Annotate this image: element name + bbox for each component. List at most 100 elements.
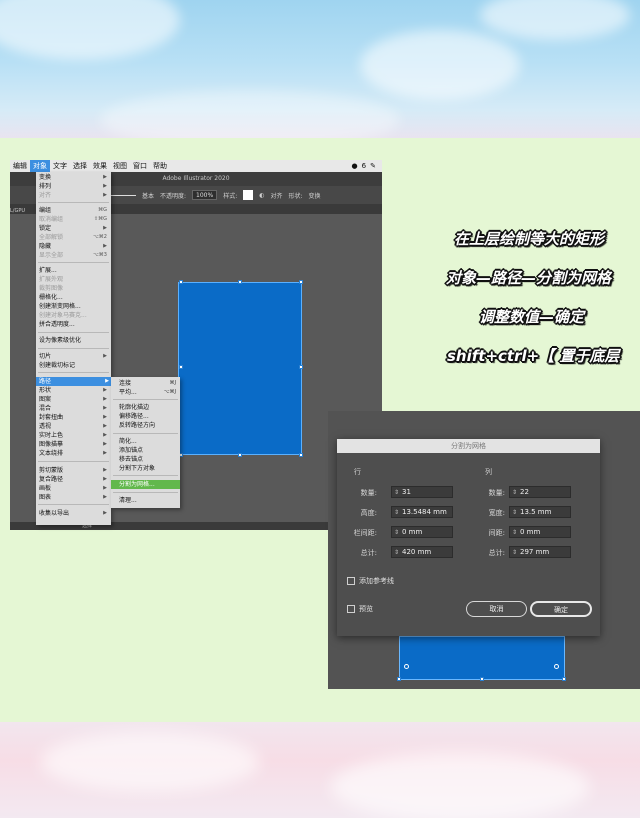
menu-select[interactable]: 选择: [70, 160, 90, 172]
preview-checkbox[interactable]: [347, 605, 355, 613]
rows-total-field[interactable]: ⇕ 420 mm: [391, 546, 453, 558]
submenu-item-add-anchor[interactable]: 添加锚点: [111, 446, 180, 455]
style-swatch[interactable]: [243, 190, 254, 200]
cols-gutter-label: 间距:: [488, 529, 505, 537]
anchor-point[interactable]: [397, 677, 401, 681]
anchor-point[interactable]: [238, 453, 242, 457]
stepper-icon[interactable]: ⇕: [394, 488, 400, 498]
menu-item-envelope-distort[interactable]: 封套扭曲 ▶: [39, 413, 109, 422]
menu-item-graph[interactable]: 图表 ▶: [39, 493, 109, 502]
menu-item-compound-path[interactable]: 复合路径 ▶: [39, 475, 109, 484]
submenu-item-average[interactable]: 平均... ⌥⌘J: [111, 388, 180, 397]
submenu-item-split-into-grid[interactable]: 分割为网格...: [111, 480, 180, 489]
anchor-point[interactable]: [179, 365, 183, 369]
anchor-point[interactable]: [299, 365, 303, 369]
menu-item-text-wrap[interactable]: 文本绕排 ▶: [39, 449, 109, 458]
rows-gutter-field[interactable]: ⇕ 0 mm: [391, 526, 453, 538]
menu-item-path[interactable]: 路径 ▶: [36, 377, 111, 386]
menu-item-transform[interactable]: 变换 ▶: [39, 173, 109, 182]
menu-type[interactable]: 文字: [50, 160, 70, 172]
menu-separator: [38, 348, 109, 349]
selected-rectangle[interactable]: [178, 282, 302, 455]
anchor-point[interactable]: [299, 280, 303, 284]
cols-width-field[interactable]: ⇕ 13.5 mm: [509, 506, 571, 518]
menu-item-show-all[interactable]: 显示全部 ⌥⌘3: [39, 251, 109, 260]
stepper-icon[interactable]: ⇕: [512, 508, 518, 518]
submenu-item-divide-objects-below[interactable]: 分割下方对象: [111, 464, 180, 473]
menu-item-unlock-all[interactable]: 全部解锁 ⌥⌘2: [39, 233, 109, 242]
columns-header: 列: [485, 468, 492, 476]
menu-edit[interactable]: 编辑: [10, 160, 30, 172]
submenu-item-offset-path[interactable]: 偏移路径...: [111, 412, 180, 421]
menu-help[interactable]: 帮助: [150, 160, 170, 172]
menu-effect[interactable]: 效果: [90, 160, 110, 172]
globe-icon[interactable]: ◐: [259, 192, 264, 199]
anchor-point[interactable]: [480, 677, 484, 681]
submenu-item-reverse-direction[interactable]: 反转路径方向: [111, 421, 180, 430]
anchor-point[interactable]: [238, 280, 242, 284]
cols-gutter-field[interactable]: ⇕ 0 mm: [509, 526, 571, 538]
menu-item-expand-appearance[interactable]: 扩展外观: [39, 275, 109, 284]
stepper-icon[interactable]: ⇕: [394, 508, 400, 518]
rows-height-field[interactable]: ⇕ 13.5484 mm: [391, 506, 453, 518]
instruction-step-2: 对象—路径—分割为网格: [446, 269, 612, 287]
opacity-input[interactable]: 100%: [192, 190, 218, 200]
menu-item-crop-image[interactable]: 裁剪图像: [39, 284, 109, 293]
menu-object[interactable]: 对象: [30, 160, 50, 172]
anchor-point[interactable]: [562, 677, 566, 681]
stepper-icon[interactable]: ⇕: [512, 528, 518, 538]
menu-item-expand[interactable]: 扩展...: [39, 266, 109, 275]
submenu-item-remove-anchor[interactable]: 移去锚点: [111, 455, 180, 464]
menu-item-shape[interactable]: 形状 ▶: [39, 386, 109, 395]
menu-item-pixel-perfect[interactable]: 设为像素级优化: [39, 336, 109, 345]
menu-item-clipping-mask[interactable]: 剪切蒙版 ▶: [39, 466, 109, 475]
add-guides-checkbox[interactable]: [347, 577, 355, 585]
menu-item-flatten-transparency[interactable]: 拼合透明度...: [39, 320, 109, 329]
instruction-step-1: 在上层绘制等大的矩形: [454, 230, 605, 248]
anchor-point[interactable]: [179, 280, 183, 284]
submenu-item-join[interactable]: 连接 ⌘J: [111, 379, 180, 388]
cancel-button[interactable]: 取消: [466, 601, 527, 617]
anchor-point[interactable]: [299, 453, 303, 457]
menu-item-pattern[interactable]: 图案 ▶: [39, 395, 109, 404]
menu-item-artboards[interactable]: 画板 ▶: [39, 484, 109, 493]
menu-view[interactable]: 视图: [110, 160, 130, 172]
menu-separator: [113, 492, 178, 493]
wechat-icon[interactable]: ●: [352, 162, 358, 170]
stepper-icon[interactable]: ⇕: [512, 548, 518, 558]
stepper-icon[interactable]: ⇕: [394, 548, 400, 558]
menu-item-object-mosaic[interactable]: 创建对象马赛克...: [39, 311, 109, 320]
menu-item-ungroup[interactable]: 取消编组 ⇧⌘G: [39, 215, 109, 224]
cols-count-field[interactable]: ⇕ 22: [509, 486, 571, 498]
rows-count-field[interactable]: ⇕ 31: [391, 486, 453, 498]
transform-button[interactable]: 变换: [309, 191, 321, 200]
menu-item-collect-for-export[interactable]: 收集以导出 ▶: [39, 509, 109, 518]
stroke-preview[interactable]: [110, 194, 136, 196]
menu-item-trim-marks[interactable]: 创建裁切标记: [39, 361, 109, 370]
menu-item-lock[interactable]: 锁定 ▶: [39, 224, 109, 233]
menu-item-hide[interactable]: 隐藏 ▶: [39, 242, 109, 251]
menu-item-slice[interactable]: 切片 ▶: [39, 352, 109, 361]
cols-total-field[interactable]: ⇕ 297 mm: [509, 546, 571, 558]
submenu-item-simplify[interactable]: 简化...: [111, 437, 180, 446]
menu-item-arrange[interactable]: 排列 ▶: [39, 182, 109, 191]
menu-item-blend[interactable]: 混合 ▶: [39, 404, 109, 413]
menu-item-group[interactable]: 编组 ⌘G: [39, 206, 109, 215]
pen-icon[interactable]: ✎: [370, 162, 376, 170]
menu-separator: [38, 262, 109, 263]
menu-item-gradient-mesh[interactable]: 创建渐变网格...: [39, 302, 109, 311]
stroke-style-label[interactable]: 基本: [142, 191, 154, 200]
menu-item-perspective[interactable]: 透视 ▶: [39, 422, 109, 431]
submenu-item-outline-stroke[interactable]: 轮廓化描边: [111, 403, 180, 412]
menu-window[interactable]: 窗口: [130, 160, 150, 172]
menu-item-live-paint[interactable]: 实时上色 ▶: [39, 431, 109, 440]
stepper-icon[interactable]: ⇕: [512, 488, 518, 498]
align-button[interactable]: 对齐: [270, 191, 282, 200]
shape-button[interactable]: 形状:: [289, 191, 303, 200]
stepper-icon[interactable]: ⇕: [394, 528, 400, 538]
submenu-item-clean-up[interactable]: 清理...: [111, 496, 180, 505]
menu-item-image-trace[interactable]: 图像描摹 ▶: [39, 440, 109, 449]
ok-button[interactable]: 确定: [530, 601, 592, 617]
menu-item-align[interactable]: 对齐 ▶: [39, 191, 109, 200]
menu-item-rasterize[interactable]: 栅格化...: [39, 293, 109, 302]
